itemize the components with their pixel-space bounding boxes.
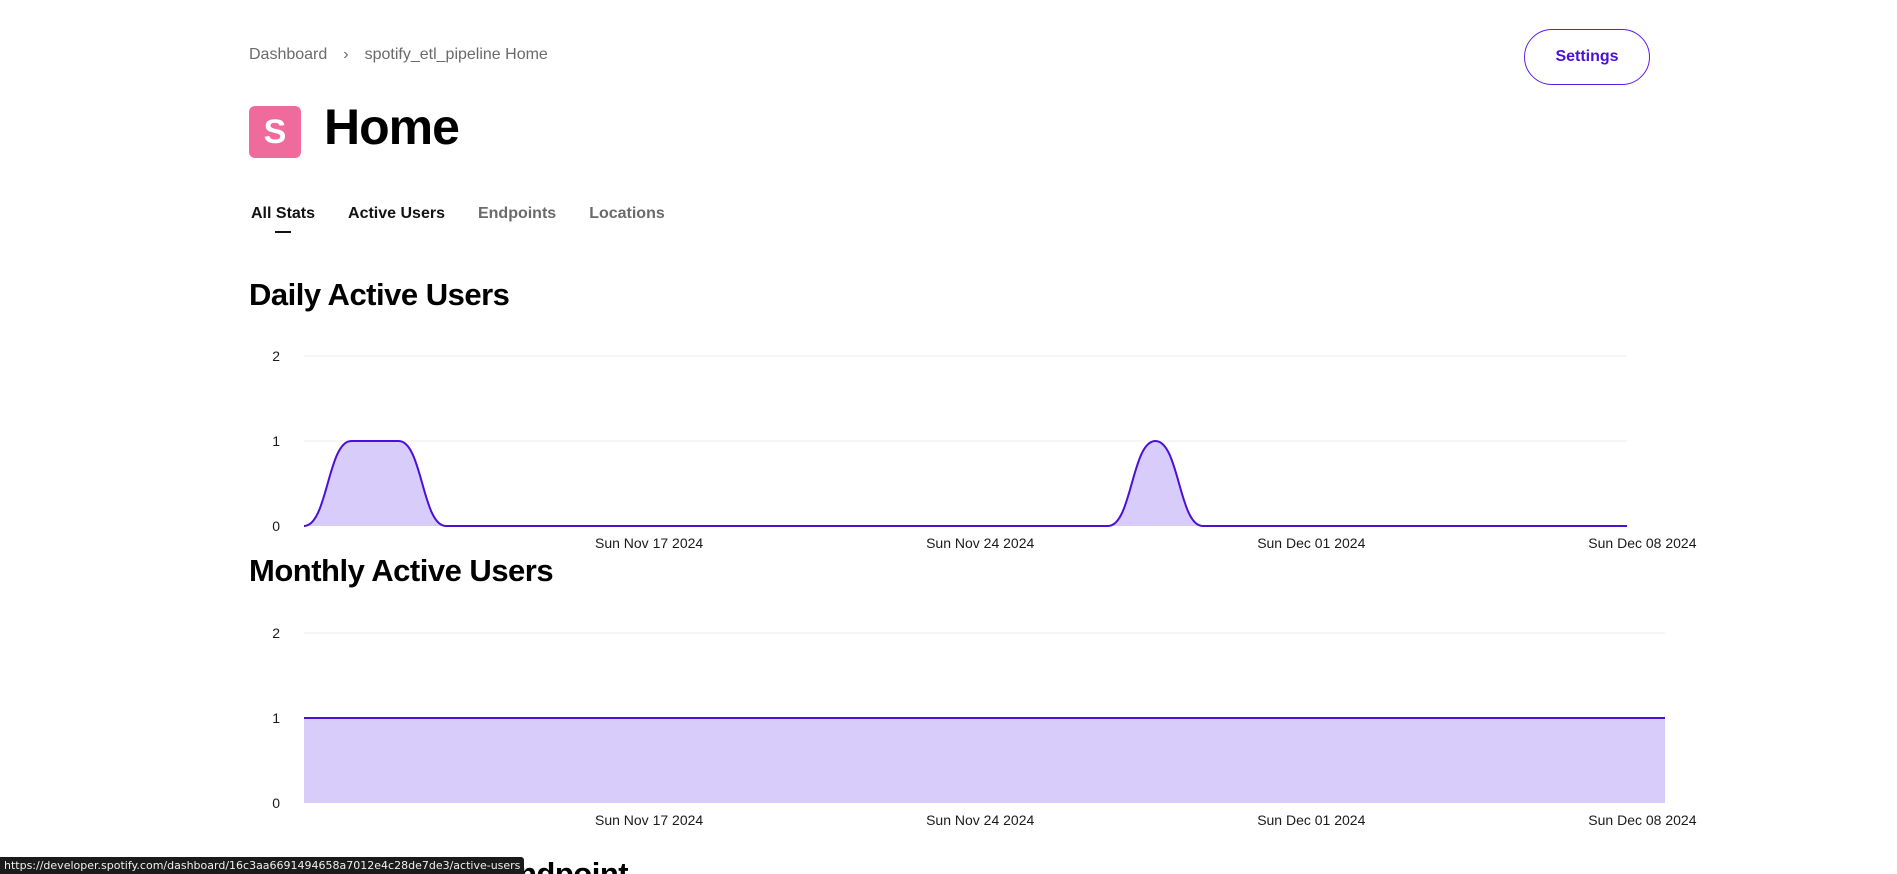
monthly-active-users-title: Monthly Active Users <box>249 553 554 588</box>
page: Dashboard › spotify_etl_pipeline Home Se… <box>0 0 1897 874</box>
series-line <box>303 439 1627 527</box>
x-tick-label: Sun Dec 01 2024 <box>1257 535 1365 551</box>
y-tick-label: 0 <box>272 795 280 811</box>
x-tick-label: Sun Dec 08 2024 <box>1588 812 1696 828</box>
y-tick-label: 2 <box>272 625 280 641</box>
y-tick-label: 2 <box>272 348 280 364</box>
breadcrumb-current[interactable]: spotify_etl_pipeline Home <box>365 46 548 64</box>
tab-all-stats[interactable]: All Stats <box>251 205 315 233</box>
status-bar-url: https://developer.spotify.com/dashboard/… <box>0 857 525 874</box>
area-fill <box>304 441 1627 526</box>
tab-active-users[interactable]: Active Users <box>348 205 445 233</box>
page-title: Home <box>324 99 460 155</box>
chevron-right-icon: › <box>343 46 349 63</box>
x-tick-label: Sun Dec 01 2024 <box>1257 812 1365 828</box>
endpoint-section-title: ndpoint <box>518 856 629 874</box>
y-tick-label: 1 <box>272 710 280 726</box>
x-tick-label: Sun Nov 24 2024 <box>926 812 1034 828</box>
breadcrumb: Dashboard › spotify_etl_pipeline Home <box>249 46 548 64</box>
area-fill <box>304 718 1665 803</box>
y-tick-label: 1 <box>272 433 280 449</box>
tab-bar: All Stats Active Users Endpoints Locatio… <box>251 205 698 233</box>
x-tick-label: Sun Dec 08 2024 <box>1588 535 1696 551</box>
breadcrumb-dashboard-link[interactable]: Dashboard <box>249 46 327 64</box>
tab-endpoints[interactable]: Endpoints <box>478 205 556 233</box>
daily-active-users-title: Daily Active Users <box>249 277 510 312</box>
app-avatar-icon: S <box>249 106 301 158</box>
x-tick-label: Sun Nov 17 2024 <box>595 535 703 551</box>
x-tick-label: Sun Nov 17 2024 <box>595 812 703 828</box>
monthly-active-users-chart: 0 1 2 Sun Nov 17 2024 Sun Nov 24 2024 Sun Dec… <box>272 625 1697 828</box>
x-tick-label: Sun Nov 24 2024 <box>926 535 1034 551</box>
tab-locations[interactable]: Locations <box>589 205 665 233</box>
daily-active-users-chart: 0 1 2 Sun Nov 17 2024 Sun Nov 24 2024 Sun Dec… <box>272 348 1697 551</box>
settings-button[interactable]: Settings <box>1524 29 1650 85</box>
y-tick-label: 0 <box>272 518 280 534</box>
